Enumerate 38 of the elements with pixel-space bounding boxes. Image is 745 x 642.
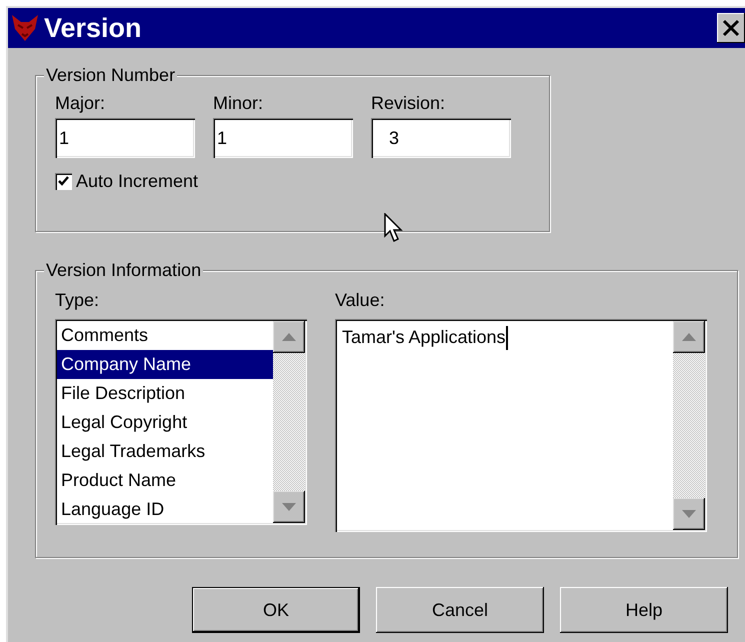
field-label: Type: [55,289,100,311]
list-item[interactable]: Product Name [57,466,273,495]
scroll-up-button[interactable] [273,321,305,353]
scrollbar[interactable] [273,321,305,523]
up-arrow-icon [282,333,296,341]
scroll-down-button[interactable] [673,498,705,530]
dialog-button[interactable]: OK [192,587,360,633]
checkbox[interactable] [55,172,72,190]
down-arrow-icon [282,503,296,511]
text-field[interactable]: 3 [371,118,511,158]
text-caret [506,326,508,350]
scroll-up-button[interactable] [673,321,705,353]
list-item[interactable]: Legal Trademarks [57,437,273,466]
window-title: Version [44,14,142,42]
text-field[interactable]: 1 [213,118,353,158]
field-label: Value: [335,289,386,311]
dialog-button[interactable]: Cancel [376,587,544,633]
list-item[interactable]: Company Name [57,350,273,379]
field-label: Minor: [213,92,264,114]
text-area[interactable]: Tamar's Applications [335,319,707,532]
down-arrow-icon [682,510,696,518]
close-icon [722,19,740,37]
scrollbar[interactable] [673,321,705,530]
scroll-down-button[interactable] [273,491,305,523]
list-item[interactable]: Legal Copyright [57,408,273,437]
dialog-button[interactable]: Help [560,587,728,633]
list-item[interactable]: Language ID [57,495,273,524]
up-arrow-icon [682,333,696,341]
field-label: Major: [55,92,106,114]
field-label: Revision: [371,92,446,114]
close-button[interactable] [717,13,745,43]
field-value: Tamar's Applications [342,327,506,347]
cat-head-icon [10,13,40,43]
list-item[interactable]: Comments [57,321,273,350]
checkbox-label: Auto Increment [76,170,198,192]
mouse-pointer-icon [384,213,404,243]
text-field[interactable]: 1 [55,118,195,158]
list-item[interactable]: File Description [57,379,273,408]
